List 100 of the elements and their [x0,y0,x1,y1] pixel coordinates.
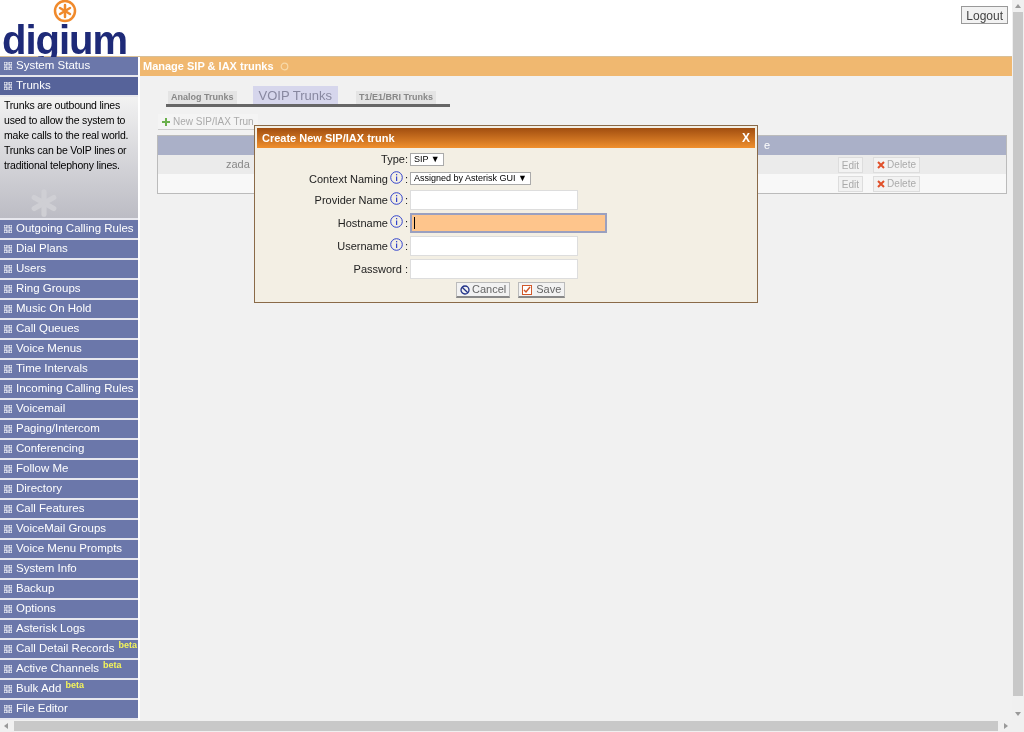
close-icon [877,179,886,188]
grid-icon [4,445,12,453]
grid-icon [4,225,12,233]
sidebar-item[interactable]: Call Features [0,500,138,520]
label-colon: : [404,171,408,187]
sidebar-item[interactable]: Users [0,260,138,280]
grid-icon [4,385,12,393]
sidebar-item[interactable]: System Status [0,57,138,77]
scroll-right-icon[interactable] [1002,722,1010,730]
grid-icon [4,605,12,613]
cancel-button[interactable]: Cancel [456,282,511,298]
grid-icon [4,645,12,653]
grid-icon [4,525,12,533]
label-colon: : [404,238,408,254]
sidebar-item[interactable]: Time Intervals [0,360,138,380]
scroll-left-icon[interactable] [2,722,10,730]
field-label: Provider Name [314,192,388,208]
asterisk-bubble-icon [52,0,78,24]
sidebar-item[interactable]: Call Detail Records beta [0,640,138,660]
sidebar-item[interactable]: Voice Menu Prompts [0,540,138,560]
grid-icon [4,585,12,593]
grid-icon [4,425,12,433]
sidebar-item[interactable]: Bulk Add beta [0,680,138,700]
info-icon[interactable] [389,191,403,205]
refresh-icon[interactable] [279,62,289,71]
sidebar-item[interactable]: Voice Menus [0,340,138,360]
sidebar-item[interactable]: VoiceMail Groups [0,520,138,540]
field-label: Type: [381,152,408,167]
sidebar-item[interactable]: System Info [0,560,138,580]
grid-icon [4,325,12,333]
grid-icon [4,545,12,553]
sidebar-item[interactable]: Asterisk Logs [0,620,138,640]
select-field[interactable]: SIP ▼ [410,152,444,166]
vertical-scrollbar[interactable] [1012,0,1024,720]
field-label: Username [337,238,388,254]
checkbox-icon [522,284,533,295]
sidebar-item[interactable]: Music On Hold [0,300,138,320]
sidebar-item[interactable]: Active Channels beta [0,660,138,680]
grid-icon [4,465,12,473]
page-title: Manage SIP & IAX trunks [143,59,274,75]
grid-icon [4,705,12,713]
beta-label: beta [103,660,122,670]
table-cell: zada [226,158,250,171]
dialog-title: Create New SIP/IAX trunk [262,130,395,146]
grid-icon [4,365,12,373]
sidebar-item[interactable]: Outgoing Calling Rules [0,220,138,240]
tab[interactable]: Analog Trunks [168,91,237,104]
select-field[interactable]: Assigned by Asterisk GUI ▼ [410,172,531,186]
beta-label: beta [65,680,84,690]
grid-icon [4,685,12,693]
grid-icon [4,505,12,513]
asterisk-drawing [30,189,58,217]
sidebar-item[interactable]: Dial Plans [0,240,138,260]
grid-icon [4,62,12,70]
sidebar-item[interactable]: Directory [0,480,138,500]
column-header: e [764,138,771,154]
info-icon[interactable] [389,237,403,251]
sidebar-item[interactable]: Conferencing [0,440,138,460]
grid-icon [4,82,12,90]
grid-icon [4,485,12,493]
grid-icon [4,265,12,273]
sidebar-item[interactable]: Follow Me [0,460,138,480]
grid-icon [4,405,12,413]
plus-icon [162,117,170,126]
logout-button[interactable]: Logout [961,6,1008,24]
tab[interactable]: T1/E1/BRI Trunks [356,91,436,104]
grid-icon [4,565,12,573]
logo[interactable]: digium [2,0,128,57]
sidebar-item[interactable]: Backup [0,580,138,600]
close-button[interactable]: X [742,129,750,147]
field-label: Context Naming [309,171,388,187]
grid-icon [4,245,12,253]
close-icon [877,160,886,169]
beta-label: beta [118,640,137,650]
save-button[interactable]: Save [518,282,566,298]
scroll-up-icon[interactable] [1014,2,1022,10]
cancel-icon [460,284,470,295]
grid-icon [4,665,12,673]
text-cursor [414,217,415,229]
field-label: Hostname [337,215,388,231]
scroll-down-icon[interactable] [1014,710,1022,718]
label-colon: : [404,215,408,231]
sidebar-item[interactable]: Options [0,600,138,620]
sidebar-item[interactable]: Paging/Intercom [0,420,138,440]
tab[interactable]: VOIP Trunks [252,86,338,104]
horizontal-scrollbar[interactable] [0,720,1024,732]
info-icon[interactable] [389,214,403,228]
sidebar-item[interactable]: Incoming Calling Rules [0,380,138,400]
sidebar-item[interactable]: Ring Groups [0,280,138,300]
field-label: Password : [353,261,408,277]
grid-icon [4,345,12,353]
sidebar-item[interactable]: Trunks [0,77,138,97]
input-field[interactable] [410,213,607,233]
sidebar-item[interactable]: Call Queues [0,320,138,340]
sidebar-item[interactable]: Voicemail [0,400,138,420]
grid-icon [4,285,12,293]
trunks-description: Trunks are outbound lines used to allow the system to make calls to the real world. Trunks can be VoIP lines or traditional telephony lines. [4,98,130,173]
grid-icon [4,625,12,633]
info-icon[interactable] [389,170,403,184]
sidebar-item[interactable]: File Editor [0,700,138,720]
